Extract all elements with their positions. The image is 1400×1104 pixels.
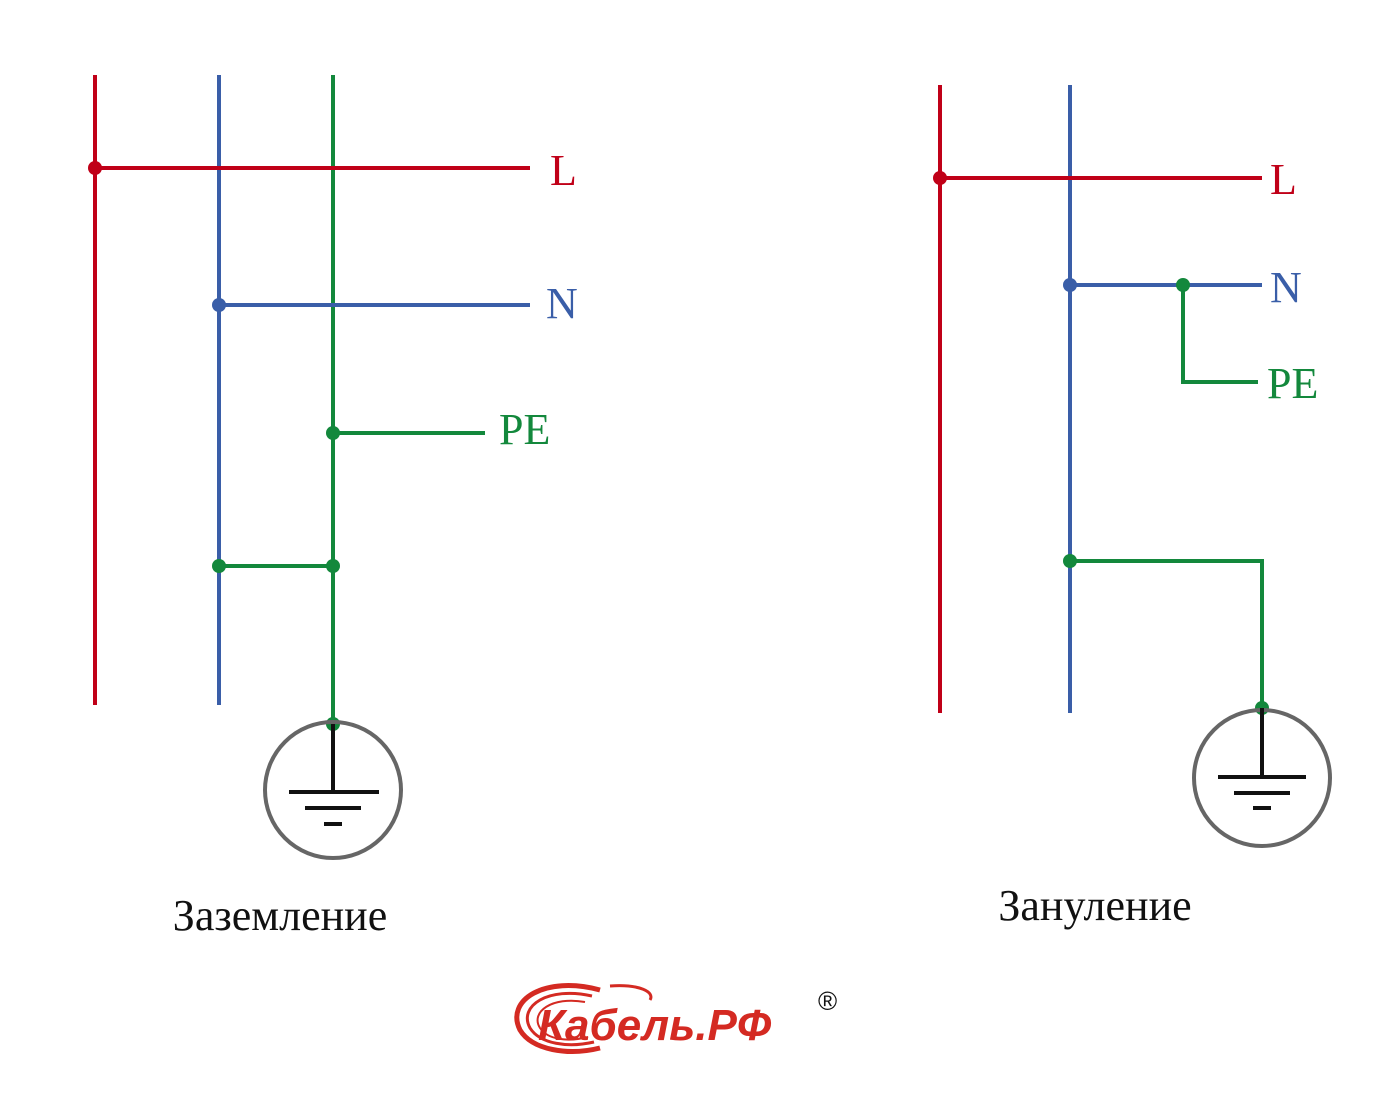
left-bridge-pe-dot — [326, 559, 340, 573]
logo-text: Кабель.РФ — [538, 1001, 772, 1050]
left-n-junction-dot — [212, 298, 226, 312]
right-ground-branch-dot — [1063, 554, 1077, 568]
right-n-label: N — [1270, 263, 1302, 312]
left-l-label: L — [550, 146, 577, 195]
right-ground-icon — [1192, 708, 1332, 848]
right-n-junction-dot — [1063, 278, 1077, 292]
right-ground-wire — [1070, 559, 1264, 708]
left-l-junction-dot — [88, 161, 102, 175]
brand-logo: Кабель.РФ ® — [514, 983, 837, 1054]
left-ground-icon — [263, 720, 403, 860]
left-pe-junction-dot — [326, 426, 340, 440]
left-n-label: N — [546, 279, 578, 328]
grounding-vs-neutralization-diagram: L N PE Заземление L N PE Зануление Кабел… — [88, 75, 1332, 1054]
right-diagram: L N PE Зануление — [933, 85, 1332, 930]
left-bridge-n-dot — [212, 559, 226, 573]
left-diagram: L N PE Заземление — [88, 75, 578, 940]
right-pe-output-wire — [1181, 285, 1258, 384]
left-pe-label: PE — [499, 405, 550, 454]
right-l-junction-dot — [933, 171, 947, 185]
logo-registered-mark: ® — [818, 986, 837, 1016]
left-caption: Заземление — [173, 891, 387, 940]
right-pe-label: PE — [1267, 359, 1318, 408]
right-l-label: L — [1270, 155, 1297, 204]
right-caption: Зануление — [998, 881, 1191, 930]
right-pe-branch-dot — [1176, 278, 1190, 292]
